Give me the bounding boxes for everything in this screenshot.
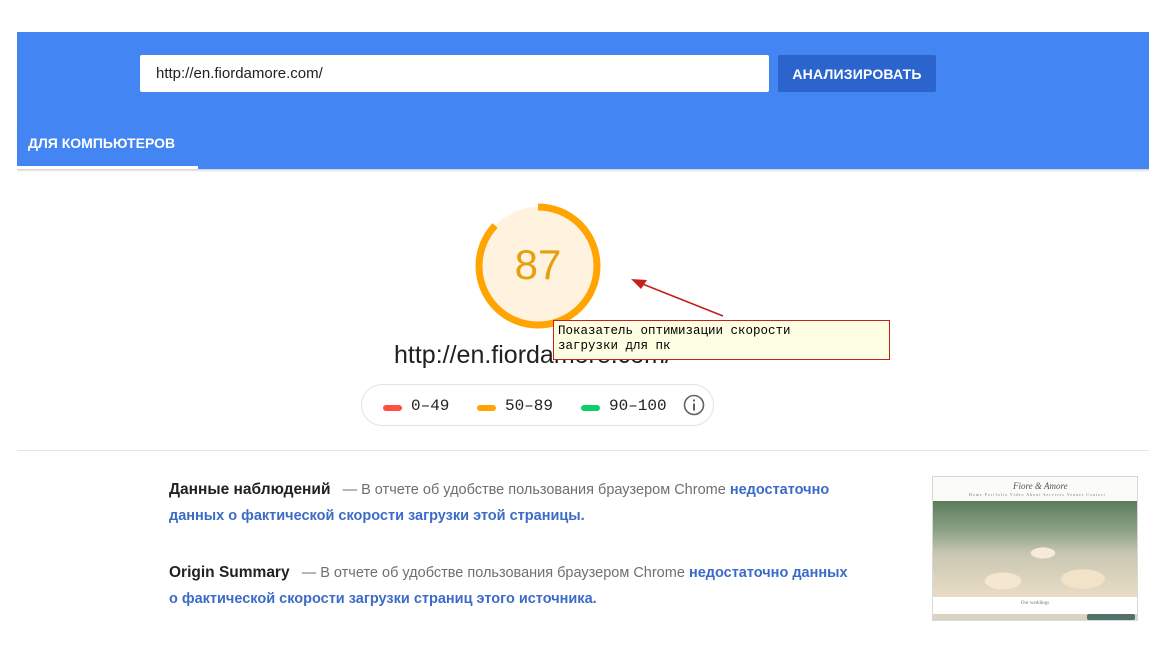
field-data-link-a[interactable]: недостаточно [730,482,829,498]
page-screenshot-thumbnail: Fiore & Amore Home Portfolio Video About… [932,476,1138,621]
thumbnail-nav: Home Portfolio Video About Services Venu… [969,492,1106,497]
field-data-section: Данные наблюдений — В отчете об удобстве… [169,477,829,529]
score-legend: 0–49 50–89 90–100 [361,384,714,426]
thumbnail-logo: Fiore & Amore [1013,481,1068,491]
annotation-callout: Показатель оптимизации скорости загрузки… [553,320,890,360]
annotation-line-2: загрузки для пк [558,339,671,353]
origin-summary-link-b[interactable]: о фактической скорости загрузки страниц … [169,591,597,607]
annotation-arrow-icon [631,279,724,317]
legend-range-pass: 90–100 [609,397,667,415]
field-data-link-b[interactable]: данных о фактической скорости загрузки э… [169,508,585,524]
field-data-title: Данные наблюдений [169,481,331,498]
tab-desktop[interactable]: ДЛЯ КОМПЬЮТЕРОВ [17,118,198,169]
legend-bar-average [477,405,496,411]
origin-summary-section: Origin Summary — В отчете об удобстве по… [169,560,848,612]
thumbnail-caption: Our weddings [1020,601,1050,606]
origin-summary-text: В отчете об удобстве пользования браузер… [320,565,685,581]
annotation-line-1: Показатель оптимизации скорости [558,324,791,338]
info-icon[interactable] [683,394,705,416]
tab-desktop-label: ДЛЯ КОМПЬЮТЕРОВ [28,135,176,151]
legend-bar-fail [383,405,402,411]
header-shadow [17,169,1149,172]
legend-bar-pass [581,405,600,411]
analysis-header: АНАЛИЗИРОВАТЬ ДЛЯ КОМПЬЮТЕРОВ [17,32,1149,169]
origin-summary-link-a[interactable]: недостаточно данных [689,565,848,581]
field-data-dash: — [342,482,358,498]
url-input[interactable] [140,55,769,92]
analyze-button[interactable]: АНАЛИЗИРОВАТЬ [778,55,936,92]
legend-range-fail: 0–49 [411,397,450,415]
origin-summary-title: Origin Summary [169,564,290,581]
field-data-text: В отчете об удобстве пользования браузер… [361,482,726,498]
performance-score: 87 [514,241,562,288]
legend-range-average: 50–89 [505,397,554,415]
thumbnail-chat-chip [1087,614,1135,620]
thumbnail-wedding-photo [933,501,1137,597]
origin-summary-dash: — [301,565,317,581]
section-divider [17,450,1149,451]
